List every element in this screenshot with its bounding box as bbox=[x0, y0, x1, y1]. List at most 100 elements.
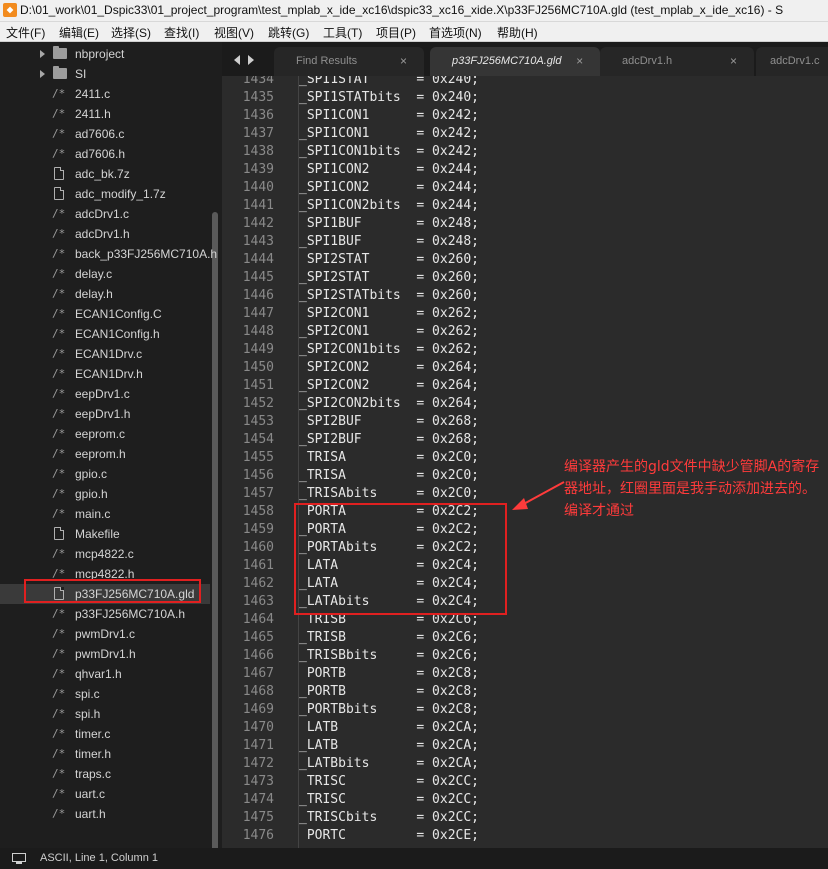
code-text[interactable]: _SPI1CON2bits = 0x244; bbox=[299, 197, 479, 215]
code-text[interactable]: _SPI1CON1bits = 0x242; bbox=[299, 143, 479, 161]
code-text[interactable]: _TRISA = 0x2C0; bbox=[299, 467, 479, 485]
code-text[interactable]: SPI1CON2 = 0x244; bbox=[299, 161, 479, 179]
expand-arrow-icon[interactable] bbox=[40, 70, 45, 78]
code-line[interactable]: 1441 _SPI1CON2bits = 0x244; bbox=[222, 197, 828, 215]
sidebar-item-p33fj256mc710a-h[interactable]: /* p33FJ256MC710A.h bbox=[0, 604, 210, 624]
code-text[interactable]: _SPI2CON1 = 0x262; bbox=[299, 323, 479, 341]
code-line[interactable]: 1448 _SPI2CON1 = 0x262; bbox=[222, 323, 828, 341]
code-text[interactable]: _SPI2STAT = 0x260; bbox=[299, 269, 479, 287]
code-line[interactable]: 1468 _PORTB = 0x2C8; bbox=[222, 683, 828, 701]
code-text[interactable]: _TRISB = 0x2C6; bbox=[299, 629, 479, 647]
menu-item-5[interactable]: 跳转(G) bbox=[268, 24, 309, 41]
menu-item-3[interactable]: 查找(I) bbox=[164, 24, 199, 41]
sidebar-item-qhvar1-h[interactable]: /* qhvar1.h bbox=[0, 664, 210, 684]
sidebar-item-spi-h[interactable]: /* spi.h bbox=[0, 704, 210, 724]
code-text[interactable]: _LATB = 0x2CA; bbox=[299, 737, 479, 755]
sidebar-item-mcp4822-c[interactable]: /* mcp4822.c bbox=[0, 544, 210, 564]
code-text[interactable]: SPI2CON1 = 0x262; bbox=[299, 305, 479, 323]
sidebar-item-nbproject[interactable]: nbproject bbox=[0, 44, 210, 64]
code-line[interactable]: 1466 _TRISBbits = 0x2C6; bbox=[222, 647, 828, 665]
tab-close-icon[interactable]: × bbox=[576, 47, 583, 76]
code-text[interactable]: _PORTBbits = 0x2C8; bbox=[299, 701, 479, 719]
code-text[interactable]: _TRISAbits = 0x2C0; bbox=[299, 485, 479, 503]
code-text[interactable]: _SPI1STATbits = 0x240; bbox=[299, 89, 479, 107]
code-line[interactable]: 1437 _SPI1CON1 = 0x242; bbox=[222, 125, 828, 143]
sidebar-item-timer-h[interactable]: /* timer.h bbox=[0, 744, 210, 764]
code-text[interactable]: _SPI1CON2 = 0x244; bbox=[299, 179, 479, 197]
code-line[interactable]: 1445 _SPI2STAT = 0x260; bbox=[222, 269, 828, 287]
code-line[interactable]: 1470 LATB = 0x2CA; bbox=[222, 719, 828, 737]
menu-item-9[interactable]: 帮助(H) bbox=[497, 24, 538, 41]
code-line[interactable]: 1467 PORTB = 0x2C8; bbox=[222, 665, 828, 683]
code-line[interactable]: 1447 SPI2CON1 = 0x262; bbox=[222, 305, 828, 323]
code-line[interactable]: 1434 _SPI1STAT = 0x240; bbox=[222, 76, 828, 89]
code-text[interactable]: SPI1CON1 = 0x242; bbox=[299, 107, 479, 125]
code-text[interactable]: PORTC = 0x2CE; bbox=[299, 827, 479, 845]
sidebar-item-pwmdrv1-c[interactable]: /* pwmDrv1.c bbox=[0, 624, 210, 644]
code-text[interactable]: _SPI2CON2 = 0x264; bbox=[299, 377, 479, 395]
code-line[interactable]: 1471 _LATB = 0x2CA; bbox=[222, 737, 828, 755]
sidebar-item-ecan1drv-h[interactable]: /* ECAN1Drv.h bbox=[0, 364, 210, 384]
tab-close-icon[interactable]: × bbox=[400, 47, 407, 76]
code-text[interactable]: TRISC = 0x2CC; bbox=[299, 773, 479, 791]
sidebar-item-gpio-c[interactable]: /* gpio.c bbox=[0, 464, 210, 484]
menu-item-6[interactable]: 工具(T) bbox=[323, 24, 362, 41]
sidebar-item-gpio-h[interactable]: /* gpio.h bbox=[0, 484, 210, 504]
code-text[interactable]: LATB = 0x2CA; bbox=[299, 719, 479, 737]
sidebar-item-pwmdrv1-h[interactable]: /* pwmDrv1.h bbox=[0, 644, 210, 664]
sidebar-item-ad7606-c[interactable]: /* ad7606.c bbox=[0, 124, 210, 144]
code-line[interactable]: 1469 _PORTBbits = 0x2C8; bbox=[222, 701, 828, 719]
sidebar-item-delay-c[interactable]: /* delay.c bbox=[0, 264, 210, 284]
code-line[interactable]: 1440 _SPI1CON2 = 0x244; bbox=[222, 179, 828, 197]
sidebar-item-eeprom-c[interactable]: /* eeprom.c bbox=[0, 424, 210, 444]
code-text[interactable]: SPI2CON2 = 0x264; bbox=[299, 359, 479, 377]
sidebar-item-eeprom-h[interactable]: /* eeprom.h bbox=[0, 444, 210, 464]
sidebar-item-eepdrv1-h[interactable]: /* eepDrv1.h bbox=[0, 404, 210, 424]
code-line[interactable]: 1475 _TRISCbits = 0x2CC; bbox=[222, 809, 828, 827]
tab-adcdrv1-c[interactable]: adcDrv1.c bbox=[756, 47, 828, 76]
sidebar-item-spi-c[interactable]: /* spi.c bbox=[0, 684, 210, 704]
sidebar-item-2411-h[interactable]: /* 2411.h bbox=[0, 104, 210, 124]
code-line[interactable]: 1449 _SPI2CON1bits = 0x262; bbox=[222, 341, 828, 359]
sidebar-vertical-scrollbar[interactable] bbox=[212, 212, 218, 848]
code-line[interactable]: 1438 _SPI1CON1bits = 0x242; bbox=[222, 143, 828, 161]
code-line[interactable]: 1435 _SPI1STATbits = 0x240; bbox=[222, 89, 828, 107]
code-line[interactable]: 1465 _TRISB = 0x2C6; bbox=[222, 629, 828, 647]
tab-find-results[interactable]: Find Results × bbox=[274, 47, 424, 76]
sidebar-item-ecan1config-c[interactable]: /* ECAN1Config.C bbox=[0, 304, 210, 324]
sidebar-item-traps-c[interactable]: /* traps.c bbox=[0, 764, 210, 784]
sidebar-item-eepdrv1-c[interactable]: /* eepDrv1.c bbox=[0, 384, 210, 404]
sidebar-item-delay-h[interactable]: /* delay.h bbox=[0, 284, 210, 304]
tab-scroll-right-icon[interactable] bbox=[248, 55, 254, 65]
code-text[interactable]: TRISA = 0x2C0; bbox=[299, 449, 479, 467]
code-line[interactable]: 1474 _TRISC = 0x2CC; bbox=[222, 791, 828, 809]
code-text[interactable]: _SPI1STAT = 0x240; bbox=[299, 76, 479, 89]
sidebar-item-adcdrv1-h[interactable]: /* adcDrv1.h bbox=[0, 224, 210, 244]
code-text[interactable]: _PORTB = 0x2C8; bbox=[299, 683, 479, 701]
code-text[interactable]: _SPI2STATbits = 0x260; bbox=[299, 287, 479, 305]
console-toggle-icon[interactable] bbox=[12, 853, 26, 864]
code-line[interactable]: 1446 _SPI2STATbits = 0x260; bbox=[222, 287, 828, 305]
sidebar-item-timer-c[interactable]: /* timer.c bbox=[0, 724, 210, 744]
sidebar-item-uart-h[interactable]: /* uart.h bbox=[0, 804, 210, 824]
sidebar-item-adc-bk-7z[interactable]: adc_bk.7z bbox=[0, 164, 210, 184]
tab-adcdrv1-h[interactable]: adcDrv1.h × bbox=[600, 47, 754, 76]
code-line[interactable]: 1442 SPI1BUF = 0x248; bbox=[222, 215, 828, 233]
menu-item-4[interactable]: 视图(V) bbox=[214, 24, 254, 41]
code-text[interactable]: PORTB = 0x2C8; bbox=[299, 665, 479, 683]
code-text[interactable]: _SPI2BUF = 0x268; bbox=[299, 431, 479, 449]
tab-close-icon[interactable]: × bbox=[730, 47, 737, 76]
sidebar-item-makefile[interactable]: Makefile bbox=[0, 524, 210, 544]
code-line[interactable]: 1450 SPI2CON2 = 0x264; bbox=[222, 359, 828, 377]
sidebar-item-si[interactable]: SI bbox=[0, 64, 210, 84]
menu-item-7[interactable]: 项目(P) bbox=[376, 24, 416, 41]
code-line[interactable]: 1452 _SPI2CON2bits = 0x264; bbox=[222, 395, 828, 413]
sidebar-item-ad7606-h[interactable]: /* ad7606.h bbox=[0, 144, 210, 164]
code-line[interactable]: 1454 _SPI2BUF = 0x268; bbox=[222, 431, 828, 449]
code-line[interactable]: 1439 SPI1CON2 = 0x244; bbox=[222, 161, 828, 179]
code-text[interactable]: _SPI1BUF = 0x248; bbox=[299, 233, 479, 251]
menu-item-1[interactable]: 编辑(E) bbox=[59, 24, 99, 41]
code-text[interactable]: SPI2BUF = 0x268; bbox=[299, 413, 479, 431]
code-line[interactable]: 1476 PORTC = 0x2CE; bbox=[222, 827, 828, 845]
code-text[interactable]: _TRISCbits = 0x2CC; bbox=[299, 809, 479, 827]
